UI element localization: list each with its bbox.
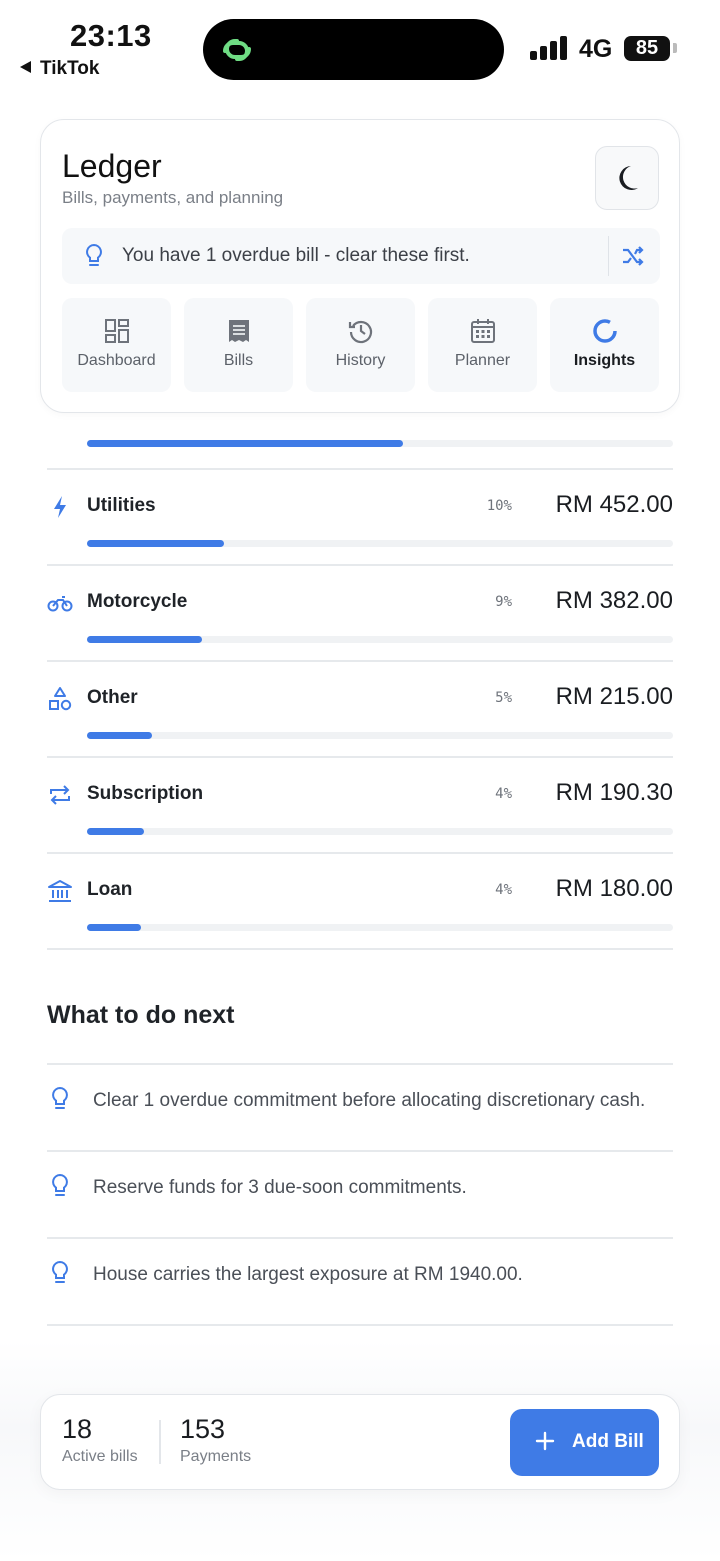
progress-fill — [87, 636, 203, 643]
category-percent: 4% — [495, 786, 512, 802]
donut-icon — [593, 319, 617, 343]
tab-planner-label: Planner — [454, 352, 511, 369]
app-subtitle: Bills, payments, and planning — [62, 188, 284, 207]
network-type: 4G — [579, 35, 613, 63]
moon-icon — [619, 166, 638, 190]
category-progress — [87, 540, 673, 547]
category-name: Other — [87, 687, 138, 708]
progress-fill — [87, 924, 141, 931]
clock: 23:13 — [70, 18, 152, 53]
tip-text: Clear 1 overdue commitment before alloca… — [93, 1090, 646, 1111]
category-progress — [87, 636, 673, 643]
category-row-subscription[interactable]: Subscription 4% RM 190.30 — [47, 756, 673, 852]
category-percent: 9% — [495, 594, 512, 610]
add-bill-label: Add Bill — [572, 1431, 644, 1452]
repeat-icon — [50, 785, 70, 805]
tip-item: House carries the largest exposure at RM… — [47, 1237, 673, 1324]
lightbulb-icon — [86, 243, 102, 266]
back-app-label: TikTok — [40, 58, 100, 79]
overdue-alert: You have 1 overdue bill - clear these fi… — [62, 228, 660, 284]
lightbulb-icon — [52, 1173, 68, 1196]
category-progress — [87, 732, 673, 739]
divider — [47, 1324, 673, 1326]
stat-divider — [159, 1420, 161, 1464]
category-percent: 5% — [495, 690, 512, 706]
previous-category-progress — [87, 440, 673, 447]
bank-icon — [48, 880, 72, 902]
calendar-icon — [471, 319, 495, 343]
active-bills-label: Active bills — [62, 1448, 138, 1465]
back-arrow-icon — [20, 61, 31, 73]
payments-count: 153 — [180, 1414, 226, 1444]
progress-fill — [87, 828, 145, 835]
tab-bills-label: Bills — [223, 352, 254, 369]
alert-divider — [608, 236, 609, 276]
category-row-utilities[interactable]: Utilities 10% RM 452.00 — [47, 468, 673, 564]
category-percent: 10% — [486, 498, 512, 514]
tab-bills[interactable]: Bills — [184, 298, 293, 392]
app-title: Ledger — [62, 148, 162, 184]
category-amount: RM 190.30 — [555, 779, 673, 806]
tip-item: Clear 1 overdue commitment before alloca… — [47, 1063, 673, 1150]
tip-text: Reserve funds for 3 due-soon commitments… — [93, 1177, 467, 1198]
tab-dashboard[interactable]: Dashboard — [62, 298, 171, 392]
category-amount: RM 452.00 — [555, 491, 673, 518]
category-row-other[interactable]: Other 5% RM 215.00 — [47, 660, 673, 756]
plus-icon — [535, 1431, 555, 1451]
category-name: Loan — [87, 879, 133, 900]
tab-history-label: History — [335, 352, 386, 369]
dynamic-island — [203, 19, 504, 80]
category-name: Utilities — [87, 495, 156, 516]
lightbulb-icon — [52, 1260, 68, 1283]
tip-item: Reserve funds for 3 due-soon commitments… — [47, 1150, 673, 1237]
link-logo-icon — [223, 39, 251, 61]
category-row-loan[interactable]: Loan 4% RM 180.00 — [47, 852, 673, 948]
category-row-motorcycle[interactable]: Motorcycle 9% RM 382.00 — [47, 564, 673, 660]
category-percent: 4% — [495, 882, 512, 898]
motorcycle-icon — [47, 596, 73, 612]
alert-text: You have 1 overdue bill - clear these fi… — [122, 245, 470, 266]
divider — [47, 948, 673, 950]
tab-insights-label: Insights — [573, 352, 636, 369]
status-bar: 23:13 TikTok 4G 85 — [0, 0, 720, 96]
tab-history[interactable]: History — [306, 298, 415, 392]
add-bill-button[interactable]: Add Bill — [510, 1409, 659, 1476]
progress-fill — [87, 732, 153, 739]
payments-label: Payments — [180, 1448, 252, 1465]
battery-icon: 85 — [624, 36, 670, 61]
category-amount: RM 215.00 — [555, 683, 673, 710]
tip-text: House carries the largest exposure at RM… — [93, 1264, 523, 1285]
category-name: Motorcycle — [87, 591, 188, 612]
back-to-app-link[interactable]: TikTok — [20, 58, 99, 80]
category-progress — [87, 828, 673, 835]
section-title: What to do next — [47, 1001, 235, 1029]
bottom-summary-bar: 18 Active bills 153 Payments Add Bill — [40, 1394, 680, 1490]
signal-icon — [530, 36, 570, 60]
dashboard-icon — [105, 319, 129, 343]
battery-tip — [673, 43, 677, 53]
header-card: Ledger Bills, payments, and planning You… — [40, 119, 680, 413]
shuffle-icon[interactable] — [621, 244, 645, 268]
category-amount: RM 180.00 — [555, 875, 673, 902]
lightbulb-icon — [52, 1086, 68, 1109]
nav-tabs: Dashboard Bills History Planner Insights — [62, 298, 660, 392]
history-icon — [348, 320, 373, 344]
tab-insights[interactable]: Insights — [550, 298, 659, 392]
progress-fill — [87, 540, 224, 547]
category-name: Subscription — [87, 783, 204, 804]
tab-planner[interactable]: Planner — [428, 298, 537, 392]
progress-fill — [87, 440, 404, 447]
active-bills-count: 18 — [62, 1414, 93, 1444]
lightning-icon — [54, 496, 66, 518]
theme-toggle-button[interactable] — [595, 146, 659, 210]
tab-dashboard-label: Dashboard — [77, 352, 156, 369]
shapes-icon — [49, 687, 72, 711]
receipt-icon — [229, 320, 249, 342]
category-amount: RM 382.00 — [555, 587, 673, 614]
category-progress — [87, 924, 673, 931]
